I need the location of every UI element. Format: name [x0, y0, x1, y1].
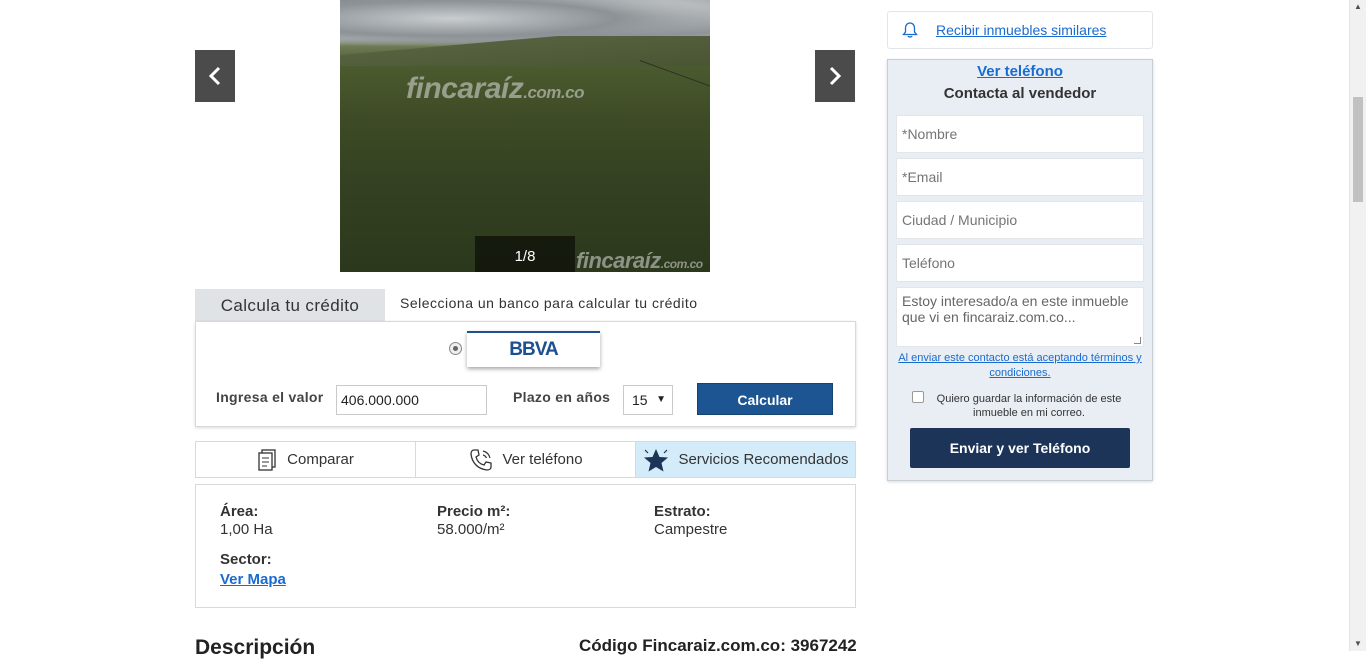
value-input[interactable] [336, 385, 487, 415]
view-phone-button[interactable]: Ver teléfono [416, 442, 636, 477]
years-select[interactable]: 15 ▼ [623, 385, 673, 415]
similar-properties-link[interactable]: Recibir inmuebles similares [936, 22, 1106, 38]
message-textarea[interactable]: Estoy interesado/a en este inmueble que … [896, 287, 1144, 347]
price-label: Precio m²: [437, 503, 511, 520]
resize-handle-icon[interactable] [1134, 337, 1141, 344]
scroll-down-icon[interactable]: ▼ [1350, 637, 1366, 651]
recommended-services-button[interactable]: Servicios Recomendados [636, 442, 855, 477]
view-map-link[interactable]: Ver Mapa [220, 571, 286, 588]
property-details [195, 484, 856, 608]
area-value: 1,00 Ha [220, 521, 273, 538]
bell-icon [902, 22, 918, 38]
watermark: fincaraíz.com.co [406, 72, 584, 105]
photo-fence [619, 60, 710, 145]
watermark-bottom: fincaraíz.com.co [576, 248, 703, 272]
value-label: Ingresa el valor [216, 389, 324, 405]
sector-label: Sector: [220, 551, 272, 568]
view-phone-label: Ver teléfono [502, 451, 583, 468]
contact-title: Contacta al vendedor [943, 85, 1097, 102]
photo-counter: 1/8 [475, 236, 575, 272]
listing-code: Código Fincaraiz.com.co: 3967242 [579, 636, 857, 655]
compare-button[interactable]: Comparar [196, 442, 416, 477]
city-input[interactable] [896, 201, 1144, 239]
dropdown-arrow-icon: ▼ [656, 394, 666, 405]
next-photo-button[interactable] [815, 50, 855, 102]
stratum-value: Campestre [654, 521, 728, 538]
similar-alert: Recibir inmuebles similares [887, 11, 1153, 49]
terms-link[interactable]: Al enviar este contacto está aceptando t… [896, 351, 1144, 381]
description-title: Descripción [195, 636, 316, 659]
stratum-label: Estrato: [654, 503, 711, 520]
photo-hills [340, 36, 710, 66]
credit-tab[interactable]: Calcula tu crédito [195, 289, 385, 322]
phone-icon [470, 448, 493, 471]
save-info-label: Quiero guardar la información de este in… [936, 393, 1122, 419]
property-photo[interactable]: fincaraíz.com.co fincaraíz.com.co [340, 0, 710, 272]
area-label: Área: [220, 503, 259, 520]
phone-input[interactable] [896, 244, 1144, 282]
years-value: 15 [632, 392, 648, 408]
years-label: Plazo en años [513, 389, 611, 405]
scroll-thumb[interactable] [1353, 97, 1363, 202]
chevron-right-icon [829, 66, 842, 86]
price-value: 58.000/m² [437, 521, 505, 538]
calculate-button[interactable]: Calcular [697, 383, 833, 415]
credit-hint: Selecciona un banco para calcular tu cré… [400, 295, 698, 311]
recommended-services-label: Servicios Recomendados [678, 451, 849, 468]
star-icon [644, 448, 669, 471]
scroll-up-icon[interactable]: ▲ [1350, 0, 1366, 14]
compare-label: Comparar [287, 451, 354, 468]
compare-icon [258, 448, 276, 471]
save-info-checkbox[interactable] [912, 391, 924, 403]
bank-radio[interactable] [449, 342, 462, 355]
email-input[interactable] [896, 158, 1144, 196]
action-bar: Comparar Ver teléfono Servicios Recomend… [195, 441, 856, 478]
send-button[interactable]: Enviar y ver Teléfono [910, 428, 1130, 468]
previous-photo-button[interactable] [195, 50, 235, 102]
name-input[interactable] [896, 115, 1144, 153]
page-scrollbar[interactable]: ▲ ▼ [1349, 0, 1366, 651]
message-text: Estoy interesado/a en este inmueble que … [902, 293, 1129, 325]
bank-logo[interactable]: BBVA [467, 331, 600, 367]
view-phone-link[interactable]: Ver teléfono [888, 63, 1152, 80]
chevron-left-icon [208, 66, 221, 86]
